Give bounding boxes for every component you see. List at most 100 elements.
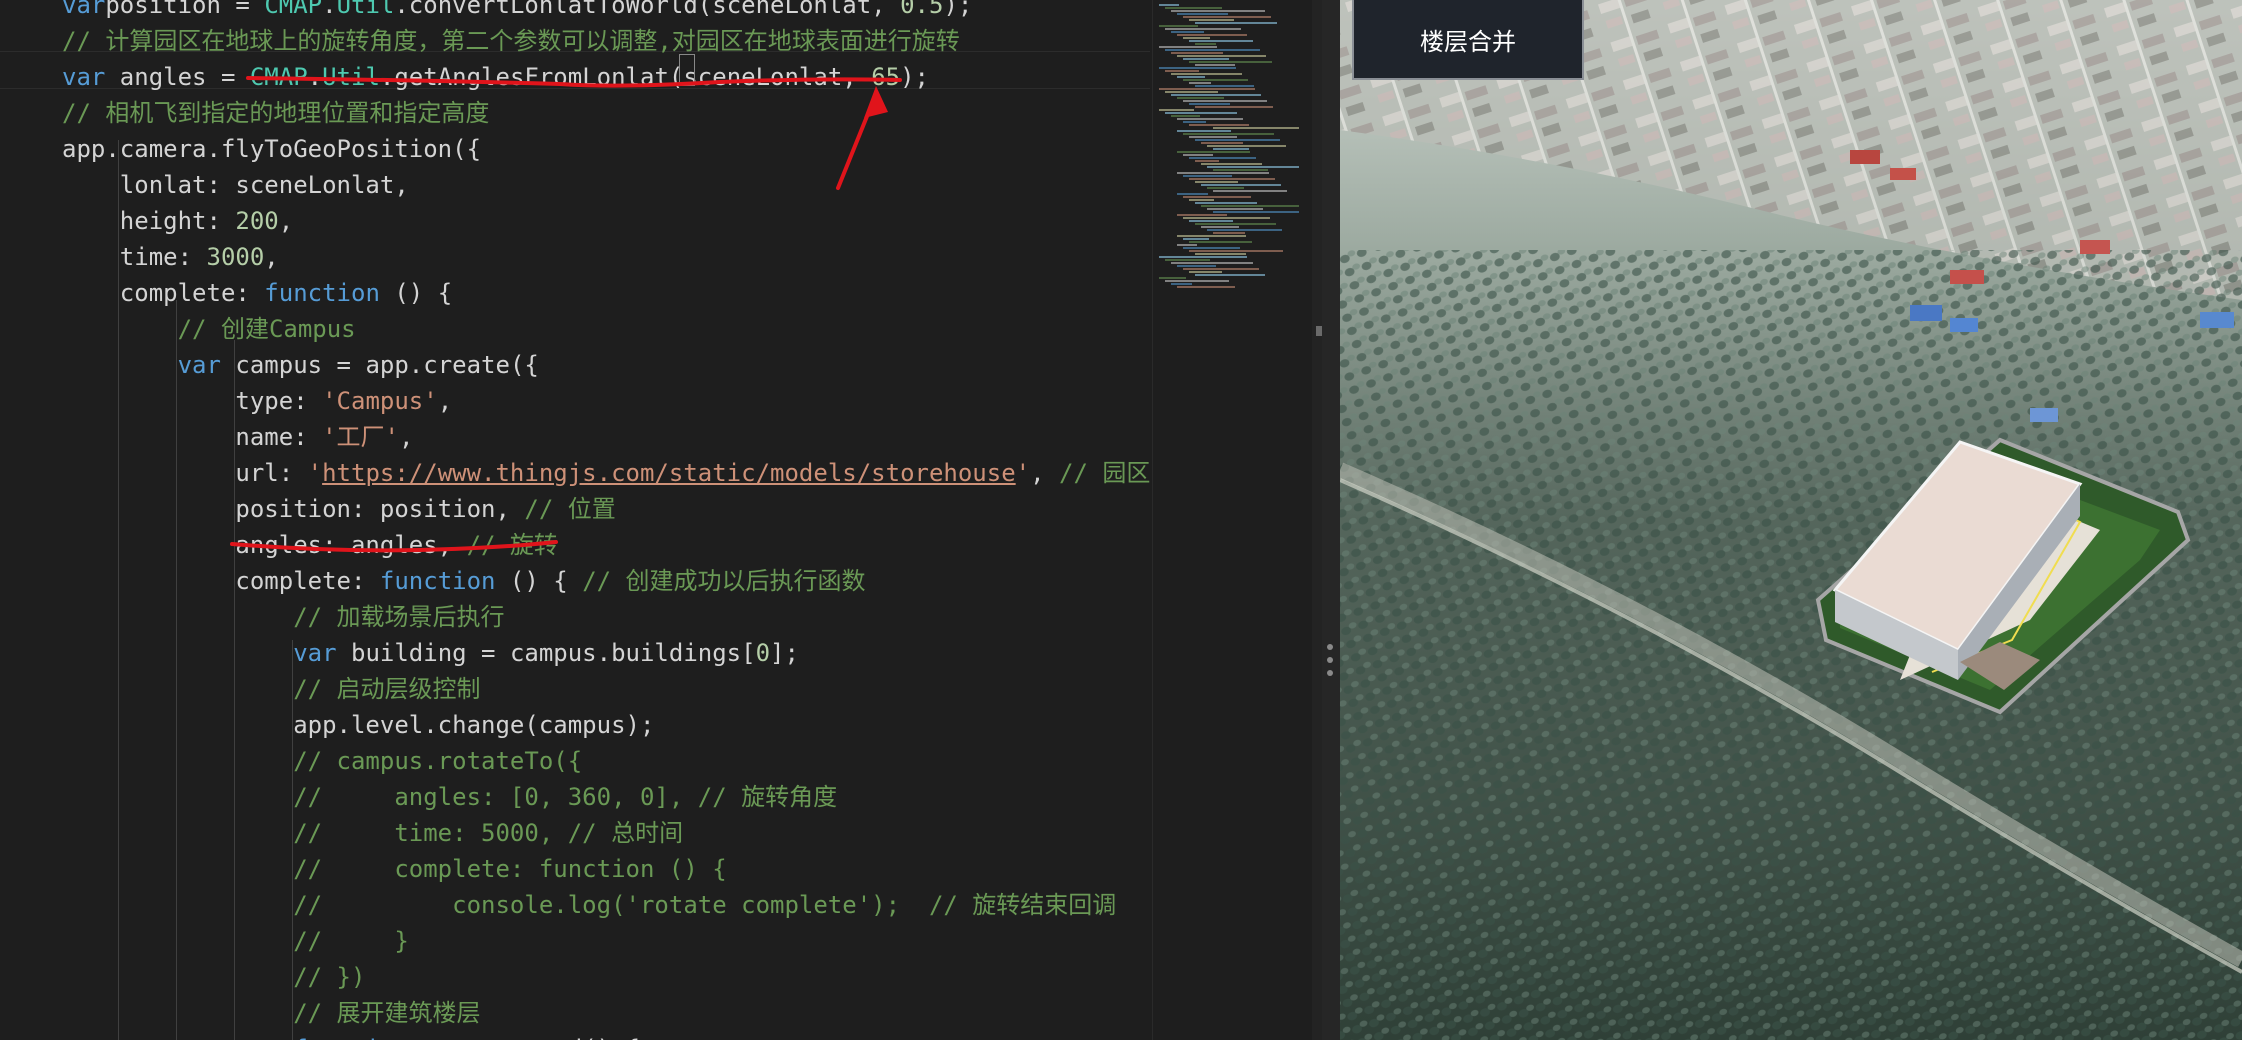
minimap-line	[1159, 46, 1217, 48]
code-token: var	[62, 0, 106, 19]
code-area[interactable]: varposition = CMAP.Util.convertLonlatToW…	[0, 0, 1150, 1040]
minimap-line	[1171, 115, 1200, 117]
minimap-line	[1177, 118, 1243, 120]
code-token: complete:	[62, 567, 380, 595]
floor-merge-button[interactable]: 楼层合并	[1352, 0, 1584, 80]
code-token: type:	[62, 387, 323, 415]
minimap-line	[1171, 283, 1192, 285]
code-line[interactable]: // 展开建筑楼层	[62, 995, 480, 1031]
code-line[interactable]: var campus = app.create({	[62, 347, 539, 383]
minimap-line	[1201, 184, 1281, 186]
code-line[interactable]: // 计算园区在地球上的旋转角度，第二个参数可以调整,对园区在地球表面进行旋转	[62, 23, 960, 59]
minimap-line	[1183, 79, 1248, 81]
minimap-line	[1165, 28, 1241, 30]
code-token: .getAnglesFromLonlat	[379, 63, 669, 91]
code-line[interactable]: // angles: [0, 360, 0], // 旋转角度	[62, 779, 837, 815]
minimap-line	[1183, 268, 1259, 270]
code-line[interactable]: angles: angles, // 旋转	[62, 527, 558, 563]
minimap-line	[1177, 193, 1208, 195]
code-token: ,	[264, 243, 279, 271]
minimap-line	[1213, 148, 1249, 150]
code-token: var	[293, 639, 337, 667]
code-token: CMAP	[264, 0, 323, 19]
code-token: https://www.thingjs.com/static/models/st…	[322, 459, 1016, 487]
splitter-grip-dot	[1327, 657, 1333, 663]
minimap-line	[1183, 217, 1270, 219]
code-token: function	[264, 279, 380, 307]
code-line[interactable]: // console.log('rotate complete'); // 旋转…	[62, 887, 1116, 923]
minimap-line	[1189, 82, 1211, 84]
satellite-scene	[1340, 0, 2242, 1040]
code-line[interactable]: // 相机飞到指定的地理位置和指定高度	[62, 95, 489, 131]
code-line[interactable]: name: '工厂',	[62, 419, 413, 455]
code-line[interactable]: app.level.change(campus);	[62, 707, 654, 743]
minimap-line	[1165, 7, 1222, 9]
code-line[interactable]: // })	[62, 959, 365, 995]
3d-scene-viewport[interactable]: 楼层合并	[1340, 0, 2242, 1040]
code-line[interactable]: // complete: function () {	[62, 851, 726, 887]
code-token: position: position,	[62, 495, 525, 523]
minimap-line	[1177, 13, 1228, 15]
code-line[interactable]: position: position, // 位置	[62, 491, 616, 527]
minimap-line	[1213, 211, 1299, 213]
minimap-line	[1189, 19, 1234, 21]
minimap-line	[1213, 127, 1299, 129]
code-token: height:	[62, 207, 236, 235]
code-line[interactable]: complete: function () {	[62, 275, 452, 311]
code-token: complete:	[62, 279, 265, 307]
code-line[interactable]: lonlat: sceneLonlat,	[62, 167, 409, 203]
minimap-line	[1207, 166, 1299, 168]
minimap-line	[1159, 67, 1236, 69]
minimap-line	[1195, 223, 1276, 225]
code-line[interactable]: complete: function () { // 创建成功以后执行函数	[62, 563, 865, 599]
code-line[interactable]: // time: 5000, // 总时间	[62, 815, 683, 851]
code-token: // 相机飞到指定的地理位置和指定高度	[62, 99, 490, 127]
code-line[interactable]: app.camera.flyToGeoPosition({	[62, 131, 481, 167]
code-token: name:	[62, 423, 323, 451]
minimap-line	[1183, 121, 1206, 123]
code-line[interactable]: // campus.rotateTo({	[62, 743, 582, 779]
splitter-grip-dot	[1327, 670, 1333, 676]
code-token: app.camera.flyToGeoPosition({	[62, 135, 482, 163]
minimap-line	[1189, 178, 1275, 180]
code-token: // angles: [0, 360, 0], // 旋转角度	[62, 783, 838, 811]
minimap-line	[1177, 235, 1246, 237]
code-token: // 位置	[524, 495, 616, 523]
code-line[interactable]: var building = campus.buildings[0];	[62, 635, 799, 671]
minimap-line	[1165, 70, 1199, 72]
code-line[interactable]: // 创建Campus	[62, 311, 356, 347]
code-token: 65	[871, 63, 901, 91]
code-token: // campus.rotateTo({	[62, 747, 583, 775]
code-token: ];	[770, 639, 799, 667]
minimap[interactable]	[1152, 0, 1313, 1040]
minimap-line	[1177, 265, 1216, 267]
pane-splitter[interactable]	[1322, 0, 1340, 1040]
minimap-line	[1183, 238, 1209, 240]
minimap-line	[1177, 151, 1250, 153]
minimap-line	[1183, 58, 1229, 60]
minimap-line	[1171, 262, 1253, 264]
code-editor[interactable]: varposition = CMAP.Util.convertLonlatToW…	[0, 0, 1340, 1040]
code-line[interactable]: height: 200,	[62, 203, 293, 239]
code-token: ,	[437, 387, 453, 415]
minimap-line	[1213, 169, 1268, 171]
code-token: 200	[235, 207, 279, 235]
code-token: // 园区地址	[1059, 459, 1150, 487]
minimap-line	[1183, 37, 1210, 39]
code-line[interactable]: var angles = CMAP.Util.getAnglesFromLonl…	[62, 59, 929, 95]
code-line[interactable]: // 加载场景后执行	[62, 599, 504, 635]
code-line[interactable]: time: 3000,	[62, 239, 279, 275]
code-line[interactable]: function test_expand() {	[62, 1031, 640, 1040]
code-line[interactable]: // }	[62, 923, 409, 959]
minimap-line	[1207, 229, 1282, 231]
code-line[interactable]: url: 'https://www.thingjs.com/static/mod…	[62, 455, 1150, 491]
code-line[interactable]: varposition = CMAP.Util.convertLonlatToW…	[62, 0, 972, 23]
blue-roof	[2030, 408, 2058, 422]
code-token: function	[293, 1035, 409, 1040]
minimap-line	[1165, 280, 1229, 282]
code-line[interactable]: // 启动层级控制	[62, 671, 480, 707]
code-line[interactable]: type: 'Campus',	[62, 383, 452, 419]
